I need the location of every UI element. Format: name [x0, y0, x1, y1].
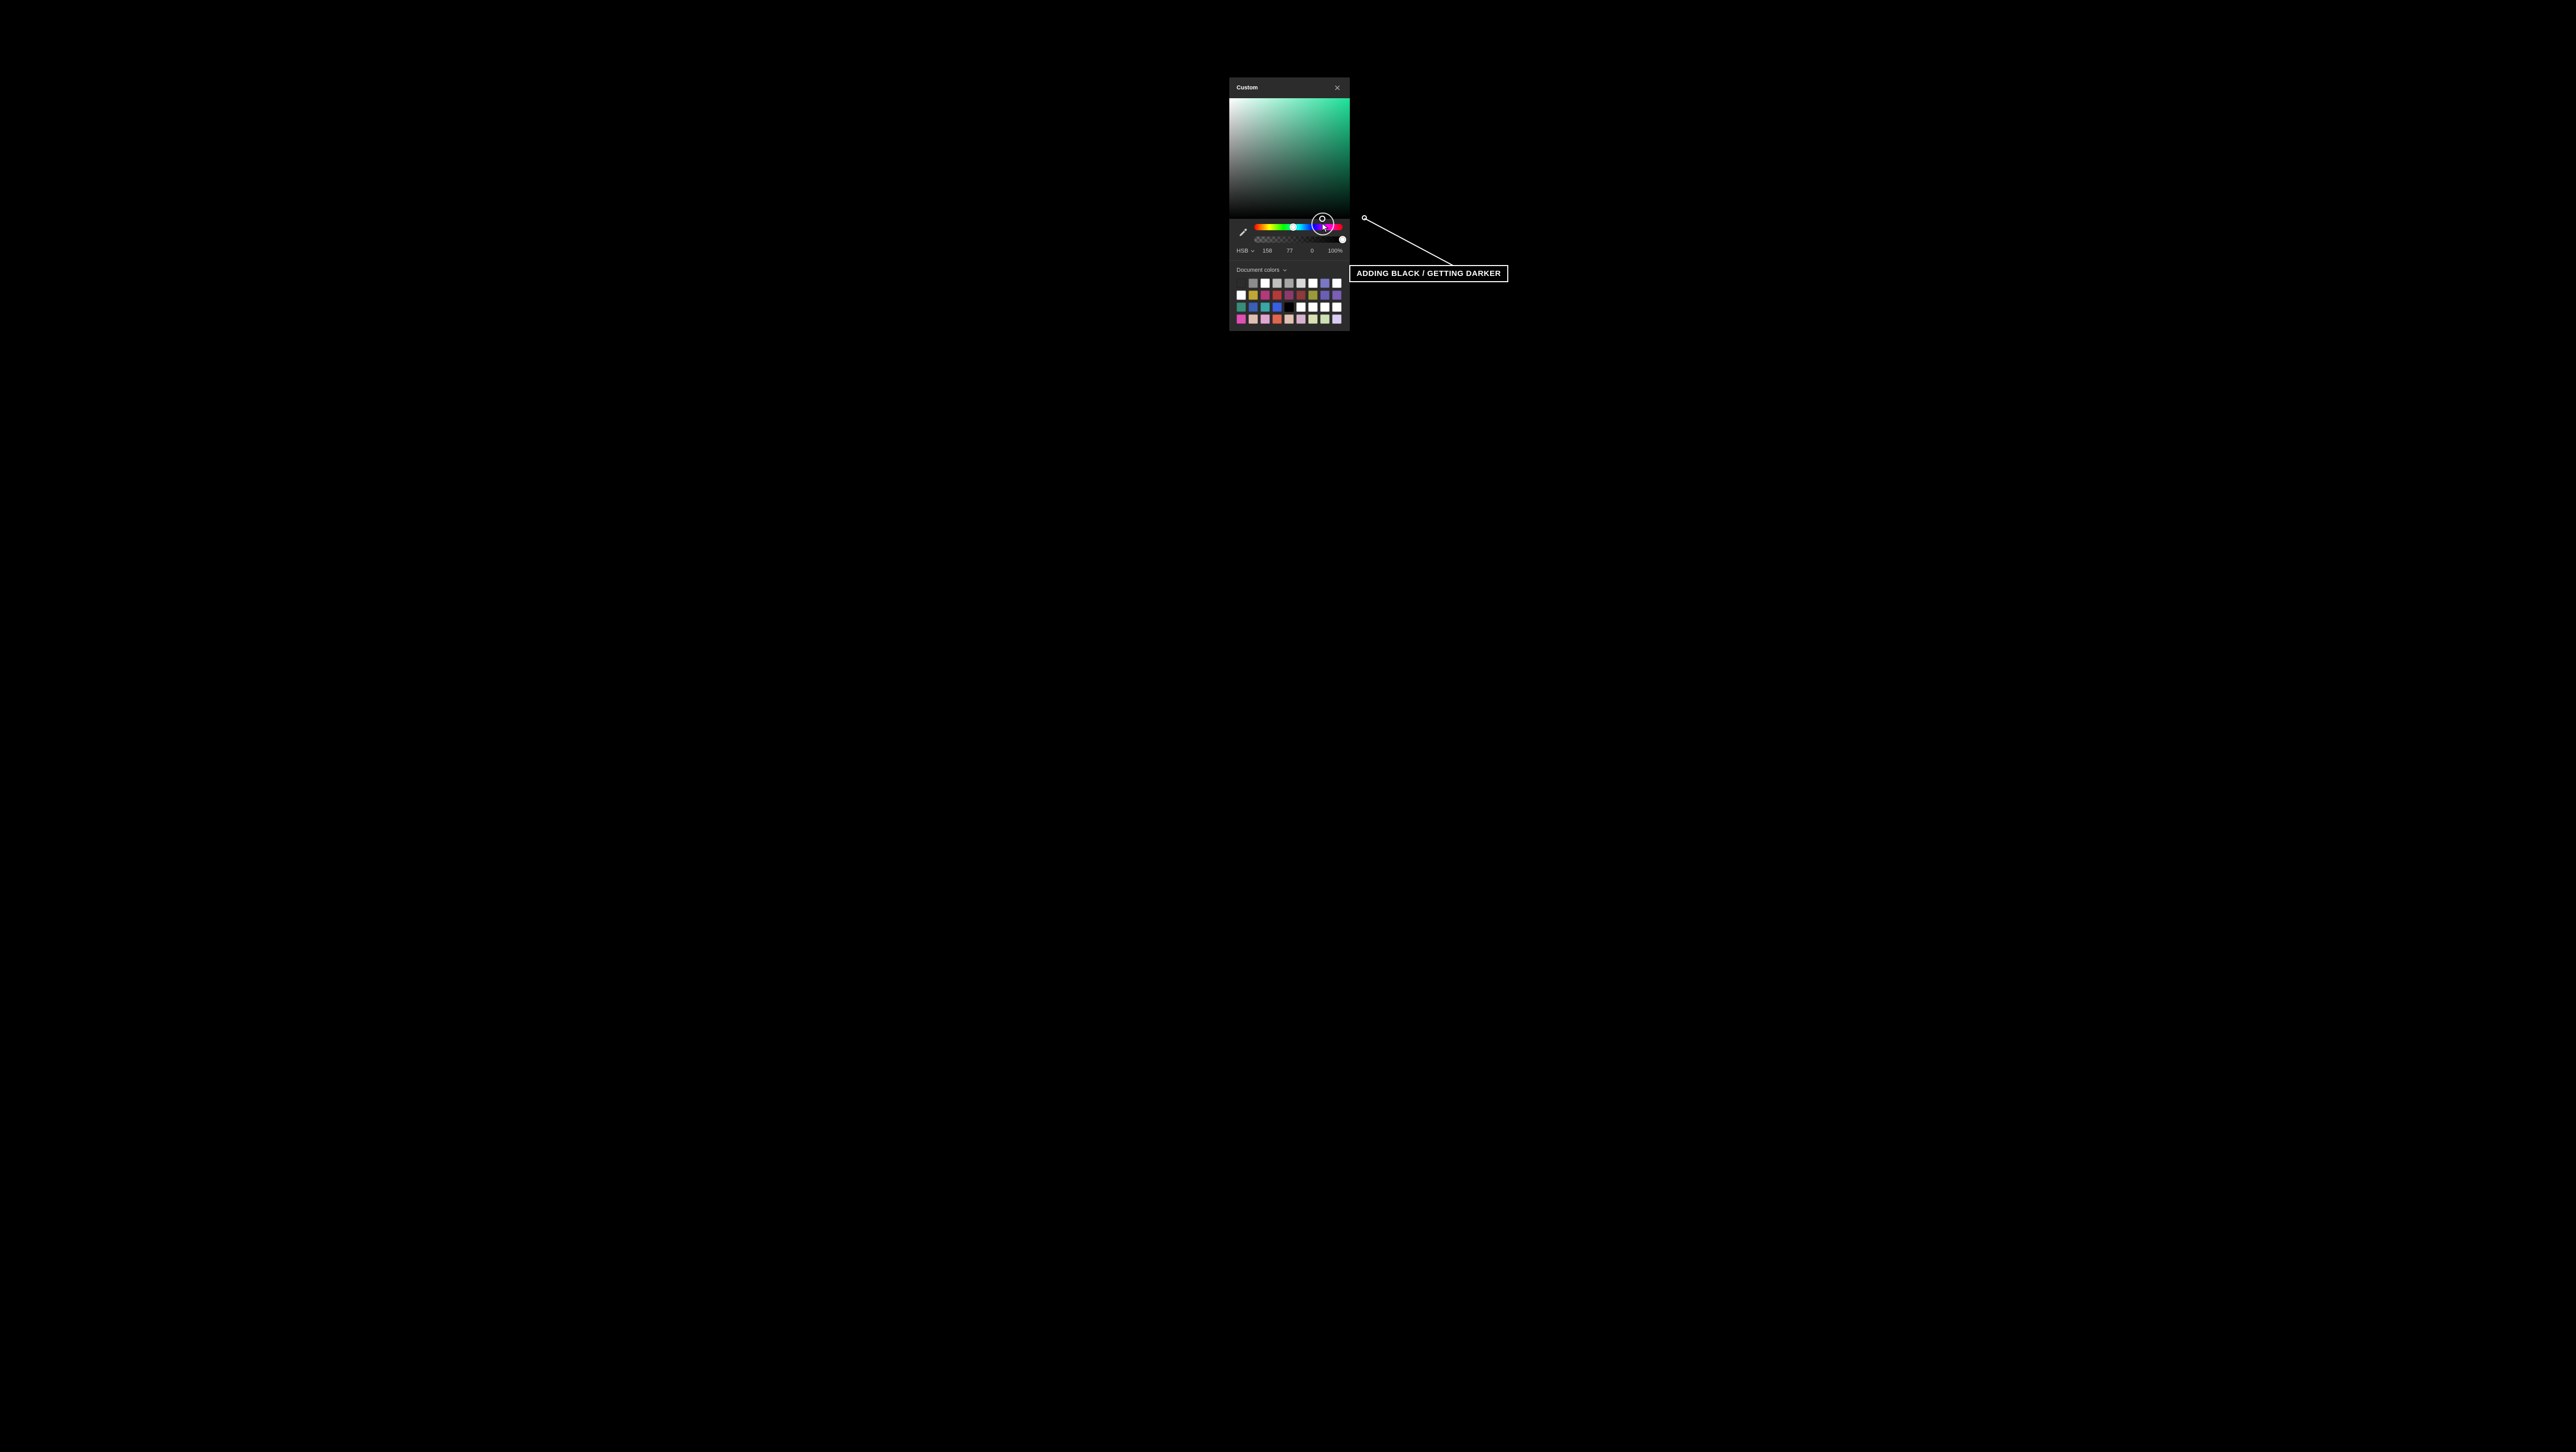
color-swatch[interactable] — [1320, 279, 1330, 288]
annotation-text: ADDING BLACK / GETTING DARKER — [1357, 269, 1501, 278]
color-swatch[interactable] — [1284, 291, 1294, 300]
color-values-row: HSB 158 77 0 100% — [1229, 246, 1350, 261]
color-swatch[interactable] — [1260, 291, 1270, 300]
brightness-input[interactable]: 0 — [1303, 248, 1322, 254]
chevron-down-icon — [1283, 268, 1287, 272]
color-swatch[interactable] — [1249, 279, 1258, 288]
color-swatch[interactable] — [1320, 314, 1330, 324]
close-icon — [1334, 85, 1340, 91]
picker-header: Custom — [1229, 77, 1350, 98]
color-swatch[interactable] — [1237, 279, 1246, 288]
color-swatch[interactable] — [1296, 279, 1306, 288]
hue-slider-handle[interactable] — [1290, 223, 1297, 231]
color-swatch[interactable] — [1284, 279, 1294, 288]
color-swatch[interactable] — [1284, 302, 1294, 312]
color-swatch[interactable] — [1237, 291, 1246, 300]
chevron-down-icon — [1251, 249, 1255, 253]
color-swatch[interactable] — [1249, 302, 1258, 312]
color-mode-select[interactable]: HSB — [1237, 248, 1255, 254]
color-picker-popover: Custom — [1229, 77, 1350, 331]
color-swatch[interactable] — [1237, 302, 1246, 312]
color-swatch[interactable] — [1332, 302, 1342, 312]
annotation-leader-line — [1364, 218, 1454, 266]
color-swatch[interactable] — [1272, 291, 1282, 300]
color-swatch[interactable] — [1260, 279, 1270, 288]
color-swatch[interactable] — [1308, 314, 1318, 324]
color-swatch[interactable] — [1249, 291, 1258, 300]
color-swatch[interactable] — [1308, 302, 1318, 312]
close-button[interactable] — [1332, 83, 1343, 93]
alpha-input[interactable]: 100% — [1325, 248, 1343, 254]
color-swatch[interactable] — [1272, 314, 1282, 324]
color-swatch[interactable] — [1260, 314, 1270, 324]
document-colors-label: Document colors — [1237, 267, 1280, 273]
annotation-label-box: ADDING BLACK / GETTING DARKER — [1349, 265, 1508, 282]
color-swatch[interactable] — [1296, 291, 1306, 300]
eyedropper-icon — [1239, 228, 1247, 236]
color-swatch[interactable] — [1332, 291, 1342, 300]
swatch-grid — [1237, 279, 1343, 324]
color-swatch[interactable] — [1272, 302, 1282, 312]
saturation-brightness-field[interactable] — [1229, 98, 1350, 219]
color-swatch[interactable] — [1308, 291, 1318, 300]
color-swatch[interactable] — [1308, 279, 1318, 288]
document-colors-header[interactable]: Document colors — [1237, 267, 1343, 273]
saturation-input[interactable]: 77 — [1280, 248, 1299, 254]
color-swatch[interactable] — [1284, 314, 1294, 324]
alpha-slider-handle[interactable] — [1339, 236, 1346, 243]
color-swatch[interactable] — [1332, 279, 1342, 288]
hue-slider[interactable] — [1254, 224, 1343, 230]
color-swatch[interactable] — [1320, 302, 1330, 312]
color-mode-label: HSB — [1237, 248, 1249, 254]
color-swatch[interactable] — [1320, 291, 1330, 300]
color-swatch[interactable] — [1296, 314, 1306, 324]
hue-input[interactable]: 158 — [1258, 248, 1277, 254]
slider-block — [1229, 219, 1350, 246]
color-swatch[interactable] — [1237, 314, 1246, 324]
color-swatch[interactable] — [1260, 302, 1270, 312]
picker-title: Custom — [1237, 85, 1258, 91]
eyedropper-button[interactable] — [1237, 226, 1249, 239]
document-colors-section: Document colors — [1229, 261, 1350, 331]
color-swatch[interactable] — [1249, 314, 1258, 324]
alpha-slider[interactable] — [1254, 236, 1343, 243]
color-swatch[interactable] — [1272, 279, 1282, 288]
color-swatch[interactable] — [1296, 302, 1306, 312]
color-swatch[interactable] — [1332, 314, 1342, 324]
